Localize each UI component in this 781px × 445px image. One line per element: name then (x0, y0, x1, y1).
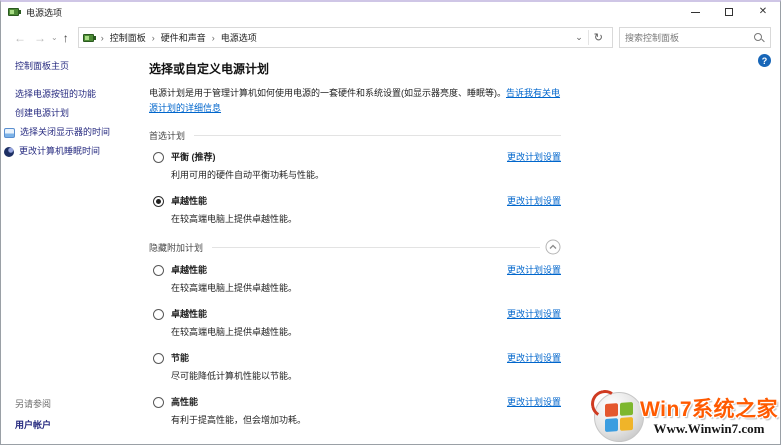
sidebar-item-power-buttons[interactable]: 选择电源按钮的功能 (15, 88, 141, 101)
sidebar-item-user-accounts[interactable]: 用户帐户 (15, 418, 51, 431)
plan-name[interactable]: 高性能 (171, 396, 306, 409)
breadcrumb-separator: › (207, 33, 220, 43)
watermark-brand: Win7系统之家 (640, 399, 778, 421)
plan-radio[interactable] (153, 397, 164, 408)
change-plan-settings-link[interactable]: 更改计划设置 (507, 264, 561, 277)
plan-description: 有利于提高性能，但会增加功耗。 (171, 414, 306, 427)
main-content: 选择或自定义电源计划 电源计划是用于管理计算机如何使用电源的一套硬件和系统设置(… (149, 51, 561, 440)
plan-radio[interactable] (153, 265, 164, 276)
plan-radio[interactable] (153, 196, 164, 207)
page-description: 电源计划是用于管理计算机如何使用电源的一套硬件和系统设置(如显示器亮度、睡眠等)… (149, 86, 561, 116)
breadcrumb-separator: › (147, 33, 160, 43)
windows-flag-icon (605, 402, 633, 432)
divider (212, 247, 540, 248)
plan-row-balanced: 平衡 (推荐) 利用可用的硬件自动平衡功耗与性能。 更改计划设置 (149, 151, 561, 182)
section-preferred-plans: 首选计划 (149, 129, 561, 142)
minimize-button[interactable] (678, 2, 712, 22)
minimize-icon (691, 12, 700, 13)
section-label: 首选计划 (149, 129, 185, 142)
sidebar-item-label: 选择关闭显示器的时间 (20, 126, 110, 139)
refresh-icon[interactable]: ↻ (589, 31, 608, 44)
plan-name[interactable]: 卓越性能 (171, 308, 297, 321)
plan-description: 在较高端电脑上提供卓越性能。 (171, 282, 297, 295)
sidebar-item-create-plan[interactable]: 创建电源计划 (15, 107, 141, 120)
close-button[interactable]: ✕ (746, 2, 780, 22)
back-icon[interactable]: ← (10, 32, 30, 44)
sleep-icon (4, 147, 14, 157)
plan-row-ultimate-3: 卓越性能 在较高端电脑上提供卓越性能。 更改计划设置 (149, 308, 561, 339)
navigation-toolbar: ← → ⌄ ↑ › 控制面板 › 硬件和声音 › 电源选项 ⌄ ↻ (1, 24, 780, 51)
search-box (619, 27, 771, 48)
titlebar: 电源选项 ✕ (1, 2, 780, 22)
plan-name[interactable]: 节能 (171, 352, 297, 365)
page-title: 选择或自定义电源计划 (149, 60, 561, 77)
breadcrumb-separator: › (96, 33, 109, 43)
up-icon[interactable]: ↑ (59, 32, 73, 44)
divider (194, 135, 561, 136)
power-options-icon (8, 7, 21, 17)
sidebar: 控制面板主页 选择电源按钮的功能 创建电源计划 选择关闭显示器的时间 更改计算机… (1, 51, 141, 444)
watermark-url: Www.Winwin7.com (640, 421, 778, 436)
help-icon[interactable]: ? (758, 54, 771, 67)
sidebar-item-sleep-time[interactable]: 更改计算机睡眠时间 (4, 145, 141, 158)
window-title: 电源选项 (26, 6, 62, 19)
plan-name[interactable]: 平衡 (推荐) (171, 151, 324, 164)
sidebar-item-control-panel-home[interactable]: 控制面板主页 (15, 60, 141, 73)
plan-radio[interactable] (153, 309, 164, 320)
breadcrumb-control-panel[interactable]: 控制面板 (109, 31, 147, 44)
power-options-window: 电源选项 ✕ ← → ⌄ ↑ › 控制面板 › 硬件和声音 › 电源选项 ⌄ ↻ (0, 0, 781, 445)
plan-row-ultimate-2: 卓越性能 在较高端电脑上提供卓越性能。 更改计划设置 (149, 264, 561, 295)
close-icon: ✕ (759, 7, 767, 17)
plan-row-ultimate-selected: 卓越性能 在较高端电脑上提供卓越性能。 更改计划设置 (149, 195, 561, 226)
maximize-icon (725, 8, 733, 16)
sidebar-item-label: 更改计算机睡眠时间 (19, 145, 100, 158)
breadcrumb-power-options[interactable]: 电源选项 (220, 31, 258, 44)
display-icon (4, 128, 15, 138)
change-plan-settings-link[interactable]: 更改计划设置 (507, 195, 561, 208)
change-plan-settings-link[interactable]: 更改计划设置 (507, 352, 561, 365)
plan-radio[interactable] (153, 152, 164, 163)
change-plan-settings-link[interactable]: 更改计划设置 (507, 151, 561, 164)
change-plan-settings-link[interactable]: 更改计划设置 (507, 396, 561, 409)
search-input[interactable] (620, 33, 753, 43)
section-label: 隐藏附加计划 (149, 241, 203, 254)
address-bar[interactable]: › 控制面板 › 硬件和声音 › 电源选项 ⌄ ↻ (78, 27, 613, 48)
plan-name[interactable]: 卓越性能 (171, 264, 297, 277)
sidebar-item-display-off-time[interactable]: 选择关闭显示器的时间 (4, 126, 141, 139)
collapse-section-icon[interactable] (545, 239, 561, 255)
maximize-button[interactable] (712, 2, 746, 22)
plan-row-high-performance: 高性能 有利于提高性能，但会增加功耗。 更改计划设置 (149, 396, 561, 427)
plan-description: 在较高端电脑上提供卓越性能。 (171, 326, 297, 339)
see-also-header: 另请参阅 (15, 397, 51, 410)
address-dropdown-icon[interactable]: ⌄ (570, 32, 588, 43)
plan-row-power-saver: 节能 尽可能降低计算机性能以节能。 更改计划设置 (149, 352, 561, 383)
plan-description: 尽可能降低计算机性能以节能。 (171, 370, 297, 383)
plan-radio[interactable] (153, 353, 164, 364)
plan-name[interactable]: 卓越性能 (171, 195, 297, 208)
forward-icon[interactable]: → (30, 32, 50, 44)
description-text: 电源计划是用于管理计算机如何使用电源的一套硬件和系统设置(如显示器亮度、睡眠等)… (149, 88, 506, 98)
section-hidden-plans: 隐藏附加计划 (149, 239, 561, 255)
change-plan-settings-link[interactable]: 更改计划设置 (507, 308, 561, 321)
breadcrumb-hardware-sound[interactable]: 硬件和声音 (160, 31, 207, 44)
see-also-section: 另请参阅 用户帐户 (15, 397, 51, 431)
search-icon[interactable] (753, 32, 765, 44)
plan-description: 利用可用的硬件自动平衡功耗与性能。 (171, 169, 324, 182)
breadcrumb-power-icon (83, 33, 96, 43)
recent-pages-dropdown-icon[interactable]: ⌄ (50, 33, 59, 42)
plan-description: 在较高端电脑上提供卓越性能。 (171, 213, 297, 226)
windows-orb-icon (594, 392, 644, 442)
watermark: Win7系统之家 Www.Winwin7.com (594, 392, 778, 442)
